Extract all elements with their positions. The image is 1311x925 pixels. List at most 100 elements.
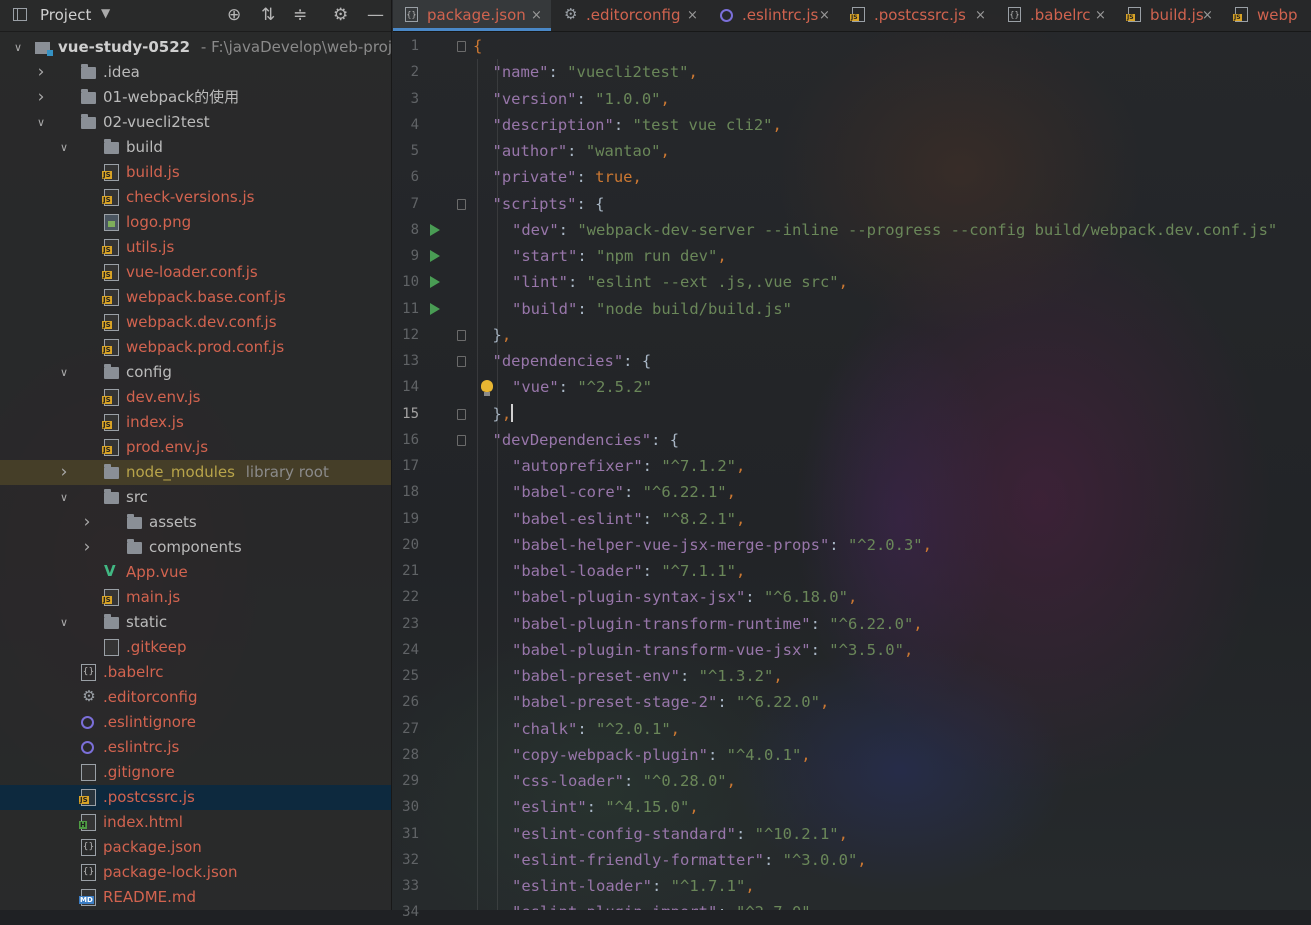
code-token: , bbox=[838, 824, 848, 843]
run-script-icon[interactable] bbox=[430, 223, 440, 236]
tree-item[interactable]: JS vue-loader.conf.js bbox=[0, 260, 391, 285]
tree-item[interactable]: ∨ build bbox=[0, 135, 391, 160]
code-line: "version": "1.0.0", bbox=[493, 86, 670, 112]
chevron-right-icon[interactable]: › bbox=[58, 460, 70, 485]
chevron-down-icon[interactable]: ∨ bbox=[12, 35, 24, 60]
chevron-down-icon[interactable]: ∨ bbox=[58, 360, 70, 385]
close-icon[interactable]: × bbox=[975, 0, 986, 31]
project-icon bbox=[13, 8, 27, 21]
code-token: "vuecli2test" bbox=[567, 63, 689, 82]
tree-item[interactable]: V App.vue bbox=[0, 560, 391, 585]
code-token: : bbox=[558, 220, 578, 239]
code-token: "description" bbox=[492, 115, 614, 134]
tree-item[interactable]: {} package-lock.json bbox=[0, 860, 391, 885]
line-number: 15 bbox=[402, 405, 419, 422]
tab-webp[interactable]: webp bbox=[1223, 0, 1311, 31]
chevron-down-icon[interactable]: ∨ bbox=[58, 135, 70, 160]
tree-item[interactable]: logo.png bbox=[0, 210, 391, 235]
tree-item-label: .eslintignore bbox=[103, 713, 196, 731]
chevron-down-icon[interactable]: ▼ bbox=[101, 6, 110, 20]
tree-item[interactable]: ∨ config bbox=[0, 360, 391, 385]
close-icon[interactable]: × bbox=[1095, 0, 1106, 31]
tree-item[interactable]: ∨ vue-study-0522 - F:\javaDevelop\web-pro… bbox=[0, 35, 391, 60]
tab-eslintrc-js[interactable]: .eslintrc.js × bbox=[708, 0, 839, 31]
fold-marker-icon[interactable] bbox=[457, 356, 466, 367]
tree-item[interactable]: JS .postcssrc.js bbox=[0, 785, 391, 810]
tree-item[interactable]: JS webpack.prod.conf.js bbox=[0, 335, 391, 360]
tree-item[interactable]: MD README.md bbox=[0, 885, 391, 910]
chevron-right-icon[interactable]: › bbox=[81, 510, 93, 535]
chevron-right-icon[interactable]: › bbox=[35, 85, 47, 110]
tree-item[interactable]: .eslintrc.js bbox=[0, 735, 391, 760]
chevron-right-icon[interactable]: › bbox=[35, 60, 47, 85]
target-icon[interactable]: ⊕ bbox=[227, 4, 241, 26]
code-line: "devDependencies": { bbox=[493, 427, 680, 453]
tree-item[interactable]: › 01-webpack的使用 bbox=[0, 85, 391, 110]
fold-marker-icon[interactable] bbox=[457, 434, 466, 446]
chevron-right-icon[interactable]: › bbox=[81, 535, 93, 560]
tree-item[interactable]: JS prod.env.js bbox=[0, 435, 391, 460]
folder-icon bbox=[104, 139, 119, 154]
close-icon[interactable]: × bbox=[1202, 0, 1213, 31]
chevron-down-icon[interactable]: ∨ bbox=[35, 110, 47, 135]
tree-item[interactable]: › .idea bbox=[0, 60, 391, 85]
tree-item[interactable]: JS main.js bbox=[0, 585, 391, 610]
tree-item[interactable]: JS webpack.base.conf.js bbox=[0, 285, 391, 310]
text-caret bbox=[511, 403, 514, 422]
run-script-icon[interactable] bbox=[430, 250, 440, 262]
fold-marker-icon[interactable] bbox=[457, 408, 466, 420]
chevron-down-icon[interactable]: ∨ bbox=[58, 610, 70, 635]
tree-item[interactable]: › components bbox=[0, 535, 391, 560]
tree-item[interactable]: .gitkeep bbox=[0, 635, 391, 660]
tree-item[interactable]: {} .babelrc bbox=[0, 660, 391, 685]
fold-marker-icon[interactable] bbox=[457, 198, 466, 210]
tab-postcssrc-js[interactable]: .postcssrc.js × bbox=[840, 0, 995, 31]
chevron-down-icon[interactable]: ∨ bbox=[58, 485, 70, 510]
gear-icon[interactable]: ⚙ bbox=[333, 4, 348, 26]
fold-marker-icon[interactable] bbox=[457, 329, 466, 341]
tree-item[interactable]: Hindex.html bbox=[0, 810, 391, 835]
tree-item[interactable]: JS build.js bbox=[0, 160, 391, 185]
tree-item[interactable]: JS utils.js bbox=[0, 235, 391, 260]
run-script-icon[interactable] bbox=[430, 302, 440, 315]
tree-item[interactable]: {} package.json bbox=[0, 835, 391, 860]
code-view[interactable]: {"name": "vuecli2test", "version": "1.0.0… bbox=[473, 32, 1311, 910]
tab-build-js[interactable]: build.js× bbox=[1116, 0, 1222, 31]
hide-icon[interactable]: — bbox=[367, 4, 384, 26]
tree-item[interactable]: JS webpack.dev.conf.js bbox=[0, 310, 391, 335]
tree-item[interactable]: JS index.js bbox=[0, 410, 391, 435]
code-token: : bbox=[577, 719, 596, 738]
tree-item-label: components bbox=[149, 538, 242, 556]
folder-icon bbox=[127, 539, 142, 554]
line-number: 6 bbox=[410, 169, 419, 186]
line-number: 31 bbox=[402, 825, 419, 842]
tree-item[interactable]: JS check-versions.js bbox=[0, 185, 391, 210]
tree-item[interactable]: .eslintignore bbox=[0, 710, 391, 735]
close-icon[interactable]: × bbox=[687, 0, 698, 31]
tree-item[interactable]: ⚙ .editorconfig bbox=[0, 685, 391, 710]
tree-item[interactable]: ∨ 02-vuecli2test bbox=[0, 110, 391, 135]
code-token: "babel-plugin-transform-vue-jsx" bbox=[512, 640, 811, 659]
close-icon[interactable]: × bbox=[531, 0, 542, 31]
tree-item[interactable]: › assets bbox=[0, 510, 391, 535]
tree-item[interactable]: .gitignore bbox=[0, 760, 391, 785]
tree-item[interactable]: ∨ src bbox=[0, 485, 391, 510]
js-badge-icon: JS bbox=[102, 171, 112, 179]
tree-item[interactable]: › node_modules library root bbox=[0, 460, 391, 485]
expand-all-icon[interactable]: ⇅ bbox=[261, 4, 275, 26]
project-panel-title[interactable]: Project bbox=[40, 6, 91, 24]
fold-marker-icon[interactable] bbox=[457, 41, 466, 52]
code-token: "^2.0.3" bbox=[847, 535, 923, 554]
collapse-all-icon[interactable]: ≑ bbox=[293, 4, 307, 26]
tab-editorconfig[interactable]: ⚙ .editorconfig × bbox=[552, 0, 707, 31]
tree-item[interactable]: JS dev.env.js bbox=[0, 385, 391, 410]
tree-item[interactable]: ∨ static bbox=[0, 610, 391, 635]
code-token: , bbox=[772, 115, 782, 134]
tab-package-json[interactable]: {} package.json × bbox=[393, 0, 551, 31]
close-icon[interactable]: × bbox=[819, 0, 830, 31]
code-token: "^3.0.0" bbox=[782, 850, 858, 869]
run-script-icon[interactable] bbox=[430, 276, 440, 289]
tab-babelrc[interactable]: {} .babelrc × bbox=[996, 0, 1115, 31]
line-number: 24 bbox=[402, 641, 419, 658]
code-token: "lint" bbox=[512, 273, 568, 292]
